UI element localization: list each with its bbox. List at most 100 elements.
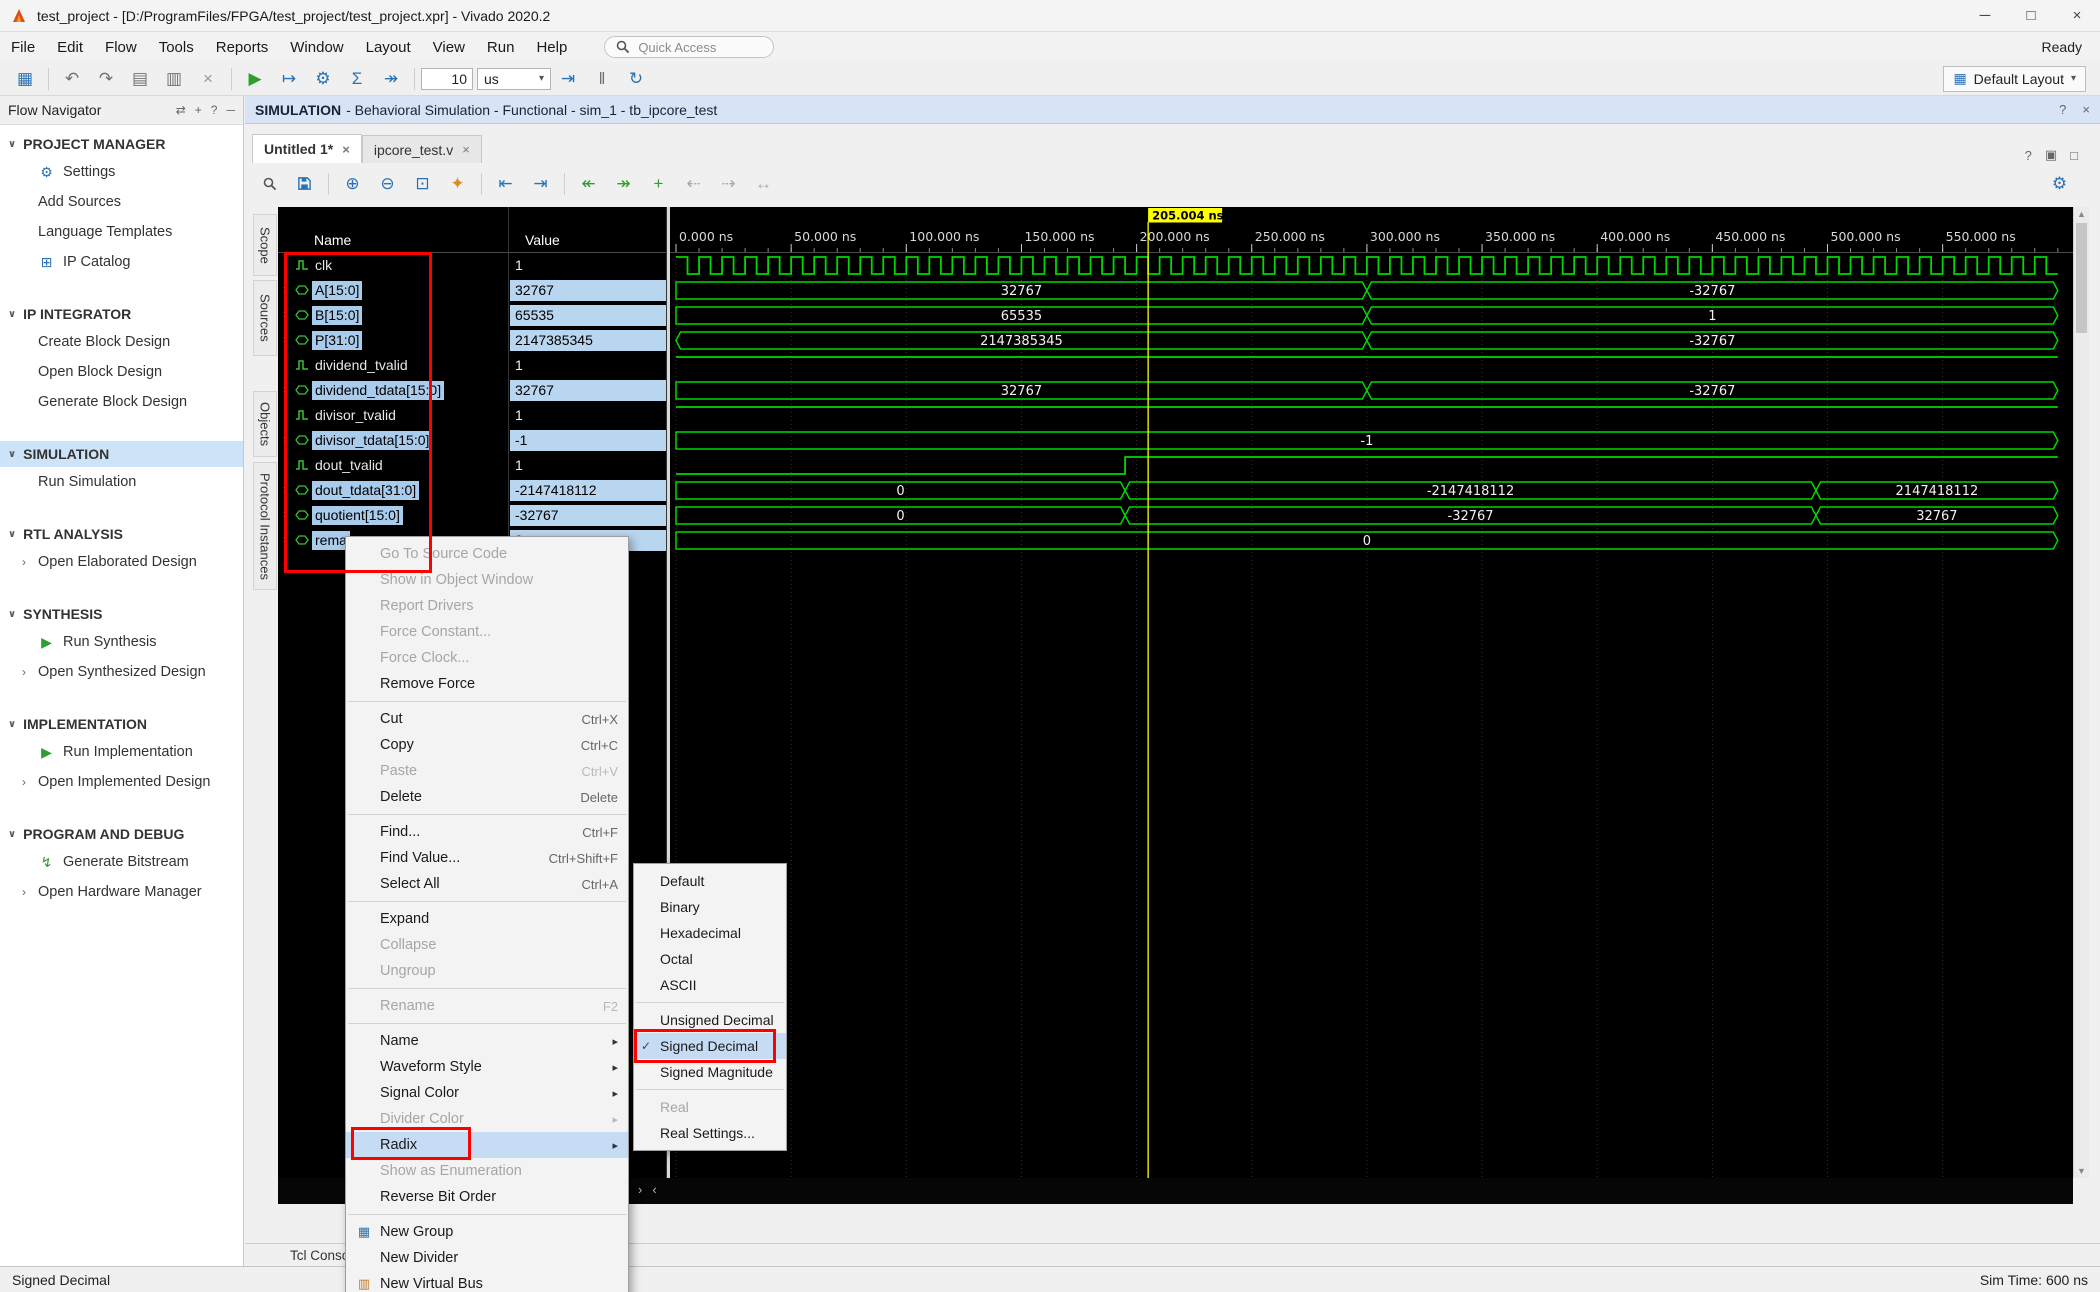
- signal-value[interactable]: 32767: [510, 380, 666, 401]
- collapse-left-icon[interactable]: ‹: [652, 1182, 656, 1197]
- context-menu-item-signal-color[interactable]: Signal Color▸: [346, 1080, 628, 1106]
- help-icon[interactable]: ?: [2025, 147, 2032, 163]
- context-menu-item-new-divider[interactable]: New Divider: [346, 1245, 628, 1271]
- radix-item-unsigned-decimal[interactable]: Unsigned Decimal: [634, 1007, 786, 1033]
- radix-item-hexadecimal[interactable]: Hexadecimal: [634, 920, 786, 946]
- context-menu-item-delete[interactable]: DeleteDelete: [346, 784, 628, 810]
- flow-item-generate-block-design[interactable]: Generate Block Design: [0, 387, 243, 417]
- radix-item-signed-decimal[interactable]: ✓Signed Decimal: [634, 1033, 786, 1059]
- run-icon[interactable]: ▶: [238, 66, 272, 92]
- flow-section-header-project-manager[interactable]: ∨PROJECT MANAGER: [0, 131, 243, 157]
- menu-item-view[interactable]: View: [422, 39, 476, 56]
- menu-item-layout[interactable]: Layout: [355, 39, 422, 56]
- signal-name[interactable]: dividend_tdata[15:0]: [312, 381, 444, 400]
- side-tab-scope[interactable]: Scope: [253, 214, 277, 276]
- context-menu-item-expand[interactable]: Expand: [346, 906, 628, 932]
- signal-value[interactable]: 32767: [510, 280, 666, 301]
- tab-untitled-1[interactable]: Untitled 1*×: [252, 134, 362, 163]
- restart-icon[interactable]: ↻: [619, 66, 653, 92]
- menu-item-file[interactable]: File: [0, 39, 46, 56]
- span-icon[interactable]: ↔: [746, 170, 781, 197]
- signal-name[interactable]: clk: [312, 256, 335, 275]
- signal-value[interactable]: 1: [510, 455, 666, 476]
- settings-icon[interactable]: ⚙: [2042, 170, 2077, 197]
- flow-item-ip-catalog[interactable]: ⊞IP Catalog: [0, 247, 243, 277]
- flow-item-open-hardware-manager[interactable]: ›Open Hardware Manager: [0, 877, 243, 907]
- expand-chevron-icon[interactable]: ›: [283, 432, 287, 446]
- flow-item-run-implementation[interactable]: ▶Run Implementation: [0, 737, 243, 767]
- menu-item-run[interactable]: Run: [476, 39, 526, 56]
- flow-item-open-block-design[interactable]: Open Block Design: [0, 357, 243, 387]
- toggle-icon[interactable]: ⇄: [176, 103, 186, 117]
- context-menu-item-new-group[interactable]: ▦New Group: [346, 1219, 628, 1245]
- context-menu-item-find-value[interactable]: Find Value...Ctrl+Shift+F: [346, 845, 628, 871]
- context-menu-item-new-virtual-bus[interactable]: ▥New Virtual Bus: [346, 1271, 628, 1292]
- chevron-right-icon[interactable]: ›: [22, 665, 30, 679]
- chevron-right-icon[interactable]: ›: [22, 775, 30, 789]
- save-icon[interactable]: [287, 170, 322, 197]
- signal-name[interactable]: dividend_tvalid: [312, 356, 411, 375]
- flow-section-header-implementation[interactable]: ∨IMPLEMENTATION: [0, 711, 243, 737]
- flow-item-generate-bitstream[interactable]: ↯Generate Bitstream: [0, 847, 243, 877]
- signal-name[interactable]: divisor_tdata[15:0]: [312, 431, 432, 450]
- delete-icon[interactable]: ×: [191, 66, 225, 92]
- redo-icon[interactable]: ↷: [89, 66, 123, 92]
- radix-item-signed-magnitude[interactable]: Signed Magnitude: [634, 1059, 786, 1085]
- float-icon[interactable]: ▣: [2045, 147, 2057, 163]
- layout-selector[interactable]: ▦Default Layout▾: [1943, 66, 2086, 92]
- context-menu-item-radix[interactable]: Radix▸: [346, 1132, 628, 1158]
- flow-item-create-block-design[interactable]: Create Block Design: [0, 327, 243, 357]
- goto-end-icon[interactable]: ⇥: [523, 170, 558, 197]
- flow-section-header-program-and-debug[interactable]: ∨PROGRAM AND DEBUG: [0, 821, 243, 847]
- signal-value[interactable]: 1: [510, 255, 666, 276]
- minimize-icon[interactable]: ─: [226, 103, 235, 117]
- expand-chevron-icon[interactable]: ›: [283, 282, 287, 296]
- signal-name[interactable]: quotient[15:0]: [312, 506, 403, 525]
- close-icon[interactable]: ×: [342, 142, 350, 157]
- radix-item-octal[interactable]: Octal: [634, 946, 786, 972]
- prev-edge-icon[interactable]: ↞: [571, 170, 606, 197]
- context-menu-item-find[interactable]: Find...Ctrl+F: [346, 819, 628, 845]
- scroll-up-icon[interactable]: ▲: [2074, 209, 2089, 219]
- signal-name[interactable]: divisor_tvalid: [312, 406, 399, 425]
- expand-chevron-icon[interactable]: ›: [283, 507, 287, 521]
- signal-value[interactable]: -32767: [510, 505, 666, 526]
- flow-item-open-synthesized-design[interactable]: ›Open Synthesized Design: [0, 657, 243, 687]
- signal-value[interactable]: 65535: [510, 305, 666, 326]
- radix-item-real-settings[interactable]: Real Settings...: [634, 1120, 786, 1146]
- context-menu-item-waveform-style[interactable]: Waveform Style▸: [346, 1054, 628, 1080]
- close-icon[interactable]: ×: [2082, 102, 2090, 117]
- window-icon[interactable]: ▦: [8, 66, 42, 92]
- menu-item-reports[interactable]: Reports: [205, 39, 280, 56]
- signal-value[interactable]: 2147385345: [510, 330, 666, 351]
- close-icon[interactable]: ×: [2054, 0, 2100, 31]
- signal-name[interactable]: dout_tvalid: [312, 456, 386, 475]
- help-icon[interactable]: ?: [2059, 102, 2066, 117]
- flow-item-run-synthesis[interactable]: ▶Run Synthesis: [0, 627, 243, 657]
- goto-start-icon[interactable]: ⇤: [488, 170, 523, 197]
- side-tab-sources[interactable]: Sources: [253, 280, 277, 356]
- menu-item-tools[interactable]: Tools: [148, 39, 205, 56]
- context-menu-item-remove-force[interactable]: Remove Force: [346, 671, 628, 697]
- minimize-icon[interactable]: ─: [1962, 0, 2008, 31]
- context-menu-item-copy[interactable]: CopyCtrl+C: [346, 732, 628, 758]
- signal-value[interactable]: -1: [510, 430, 666, 451]
- flow-section-header-synthesis[interactable]: ∨SYNTHESIS: [0, 601, 243, 627]
- flow-item-open-elaborated-design[interactable]: ›Open Elaborated Design: [0, 547, 243, 577]
- signal-name[interactable]: B[15:0]: [312, 306, 362, 325]
- menu-item-window[interactable]: Window: [279, 39, 354, 56]
- run-time-input[interactable]: 10: [421, 68, 473, 90]
- settings-icon[interactable]: ⚙: [306, 66, 340, 92]
- signal-value[interactable]: -2147418112: [510, 480, 666, 501]
- zoom-in-icon[interactable]: ⊕: [335, 170, 370, 197]
- side-tab-objects[interactable]: Objects: [253, 391, 277, 457]
- flow-section-header-simulation[interactable]: ∨SIMULATION: [0, 441, 243, 467]
- radix-item-default[interactable]: Default: [634, 868, 786, 894]
- menu-item-help[interactable]: Help: [525, 39, 578, 56]
- undo-icon[interactable]: ↶: [55, 66, 89, 92]
- scrollbar-thumb[interactable]: [2076, 223, 2087, 333]
- flow-item-language-templates[interactable]: Language Templates: [0, 217, 243, 247]
- pause-icon[interactable]: ‖: [585, 66, 619, 92]
- next-edge-icon[interactable]: ↠: [606, 170, 641, 197]
- step-icon[interactable]: ↦: [272, 66, 306, 92]
